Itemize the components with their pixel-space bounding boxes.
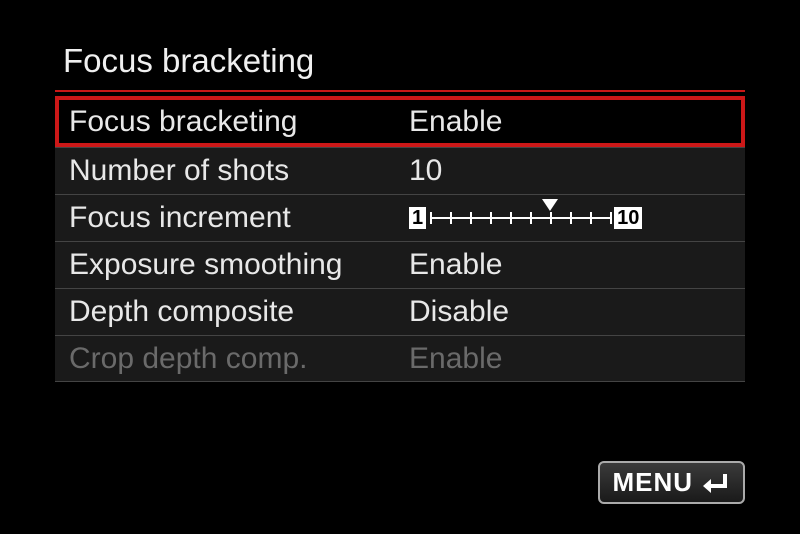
return-icon <box>701 471 731 495</box>
menu-item-value: Enable <box>409 342 502 376</box>
menu-item-focus-bracketing[interactable]: Focus bracketing Enable <box>55 96 745 147</box>
menu-list: Focus bracketing Enable Number of shots … <box>55 96 745 382</box>
menu-item-value: 10 <box>409 154 442 188</box>
menu-item-value: Enable <box>409 248 502 282</box>
scale-pointer-icon <box>542 199 558 211</box>
menu-item-exposure-smoothing[interactable]: Exposure smoothing Enable <box>55 241 745 288</box>
menu-item-label: Crop depth comp. <box>69 342 409 376</box>
menu-item-number-of-shots[interactable]: Number of shots 10 <box>55 147 745 194</box>
menu-item-crop-depth-comp: Crop depth comp. Enable <box>55 335 745 382</box>
scale-max-label: 10 <box>614 207 642 229</box>
menu-button-label: MENU <box>612 467 693 498</box>
menu-item-depth-composite[interactable]: Depth composite Disable <box>55 288 745 335</box>
menu-screen: Focus bracketing Focus bracketing Enable… <box>0 0 800 402</box>
focus-increment-scale: 1 10 <box>409 207 642 229</box>
title-bar: Focus bracketing <box>55 42 745 92</box>
menu-item-value: Disable <box>409 295 509 329</box>
menu-item-value: Enable <box>409 105 502 139</box>
menu-back-button[interactable]: MENU <box>598 461 745 504</box>
menu-item-focus-increment[interactable]: Focus increment 1 <box>55 194 745 241</box>
page-title: Focus bracketing <box>55 42 745 80</box>
menu-item-label: Number of shots <box>69 154 409 188</box>
scale-track <box>430 207 610 229</box>
menu-item-label: Exposure smoothing <box>69 248 409 282</box>
scale-min-label: 1 <box>409 207 426 229</box>
menu-item-label: Depth composite <box>69 295 409 329</box>
menu-item-label: Focus increment <box>69 201 409 235</box>
menu-item-label: Focus bracketing <box>69 105 409 139</box>
